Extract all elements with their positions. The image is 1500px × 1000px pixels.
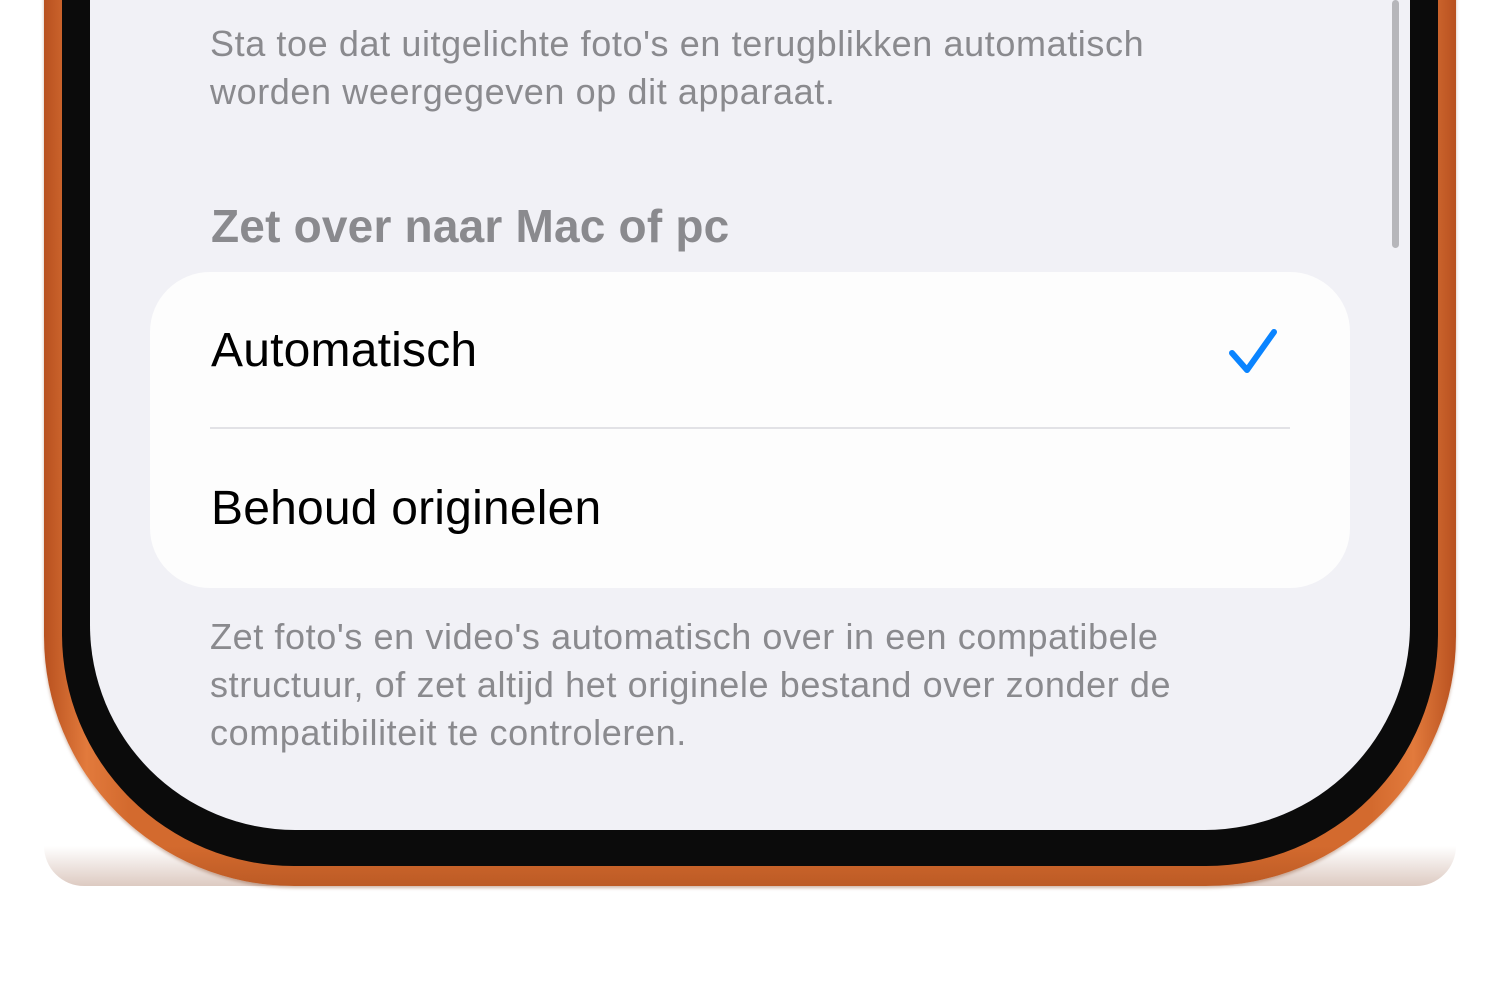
footer-line: Sta toe dat uitgelichte foto's en terugb… bbox=[210, 23, 1145, 64]
device-mockup: Sta toe dat uitgelichte foto's en terugb… bbox=[0, 0, 1500, 1000]
row-separator bbox=[210, 427, 1290, 429]
transfer-options-group: Automatisch Behoud originelen bbox=[150, 272, 1350, 588]
footer-line: structuur, of zet altijd het originele b… bbox=[210, 664, 1172, 705]
footer-line: worden weergegeven op dit apparaat. bbox=[210, 71, 836, 112]
transfer-footer-text: Zet foto's en video's automatisch over i… bbox=[210, 613, 1330, 757]
scroll-indicator[interactable] bbox=[1392, 0, 1399, 248]
checkmark-icon bbox=[1229, 329, 1277, 373]
option-label: Automatisch bbox=[211, 323, 478, 377]
option-behoud-originelen[interactable]: Behoud originelen bbox=[150, 430, 1350, 587]
section-header-transfer: Zet over naar Mac of pc bbox=[211, 200, 730, 252]
settings-screen: Sta toe dat uitgelichte foto's en terugb… bbox=[90, 0, 1410, 830]
footer-line: Zet foto's en video's automatisch over i… bbox=[210, 616, 1159, 657]
option-automatisch[interactable]: Automatisch bbox=[150, 272, 1350, 429]
footer-line: compatibiliteit te controleren. bbox=[210, 712, 687, 753]
option-label: Behoud originelen bbox=[211, 481, 602, 535]
memories-footer-text: Sta toe dat uitgelichte foto's en terugb… bbox=[210, 20, 1310, 116]
